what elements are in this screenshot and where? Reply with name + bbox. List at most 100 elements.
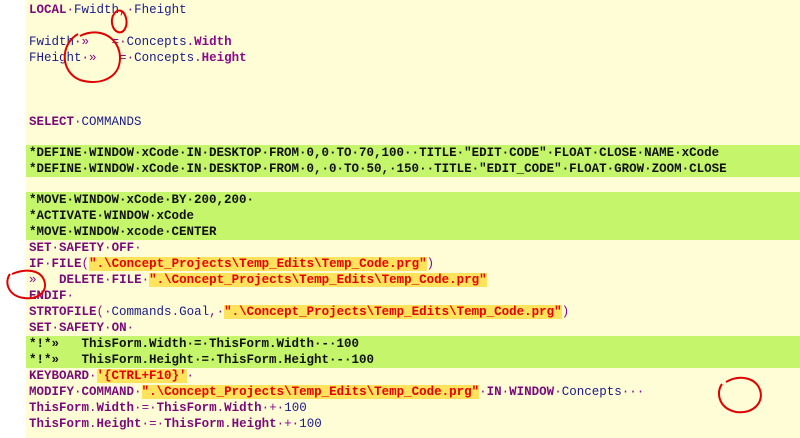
- code-token: Concepts: [561, 385, 622, 399]
- code-token: .: [89, 401, 97, 415]
- code-token: 100: [284, 401, 307, 415]
- code-token: Fwidth: [74, 3, 120, 17]
- code-token: ENDIF: [29, 289, 67, 303]
- code-token: =: [141, 401, 150, 415]
- code-token: ·: [104, 321, 112, 335]
- code-token: =: [119, 51, 127, 65]
- code-token: LOCAL: [29, 3, 67, 17]
- code-line[interactable]: KEYBOARD·'{CTRL+F10}'·: [26, 368, 194, 384]
- code-token: *MOVE·WINDOW·xCode·BY·200,200·: [29, 193, 255, 207]
- code-token: ·: [104, 241, 112, 255]
- code-token: ···: [621, 385, 645, 399]
- code-token: ): [426, 257, 435, 271]
- code-line[interactable]: FHeight·» =·Concepts.Height: [26, 50, 247, 66]
- code-token: ·»: [74, 35, 90, 49]
- code-token: FILE: [51, 257, 82, 271]
- code-token: MODIFY: [29, 385, 75, 399]
- code-token: FILE: [111, 273, 142, 287]
- code-token: ·: [119, 35, 127, 49]
- code-token: ·: [44, 257, 52, 271]
- code-line[interactable]: *!*» ThisForm.Height·=·ThisForm.Height·-…: [26, 352, 800, 368]
- code-line[interactable]: *DEFINE·WINDOW·xCode·IN·DESKTOP·FROM·0,0…: [26, 145, 800, 161]
- code-token: Width: [194, 35, 232, 49]
- code-token: ·: [126, 51, 135, 65]
- code-line[interactable]: MODIFY·COMMAND·".\Concept_Projects\Temp_…: [26, 384, 644, 400]
- code-token: ·: [186, 369, 195, 383]
- code-line[interactable]: *MOVE·WINDOW·xCode·BY·200,200·: [26, 192, 800, 208]
- code-token: KEYBOARD: [29, 369, 90, 383]
- code-token: ,: [209, 305, 217, 319]
- code-token: Height: [96, 417, 142, 431]
- code-token: Fheight: [134, 3, 187, 17]
- code-line[interactable]: SET·SAFETY·OFF·: [26, 240, 142, 256]
- code-line[interactable]: *MOVE·WINDOW·xcode·CENTER: [26, 224, 800, 240]
- code-line[interactable]: IF·FILE(".\Concept_Projects\Temp_Edits\T…: [26, 256, 434, 272]
- code-line[interactable]: *DEFINE·WINDOW·xCode·IN·DESKTOP·FROM·0,·…: [26, 161, 800, 177]
- code-token: *ACTIVATE·WINDOW·xCode: [29, 209, 195, 223]
- code-token: DELETE: [59, 273, 105, 287]
- code-token: (: [81, 257, 90, 271]
- code-token: ·: [126, 321, 135, 335]
- code-token: .: [224, 417, 232, 431]
- code-token: OFF: [111, 241, 135, 255]
- code-token: ·: [74, 385, 82, 399]
- code-token: Concepts: [134, 51, 195, 65]
- code-token: »: [29, 273, 37, 287]
- code-line[interactable]: ThisForm.Width·=·ThisForm.Width·+·100: [26, 400, 307, 416]
- code-token: Width: [224, 401, 262, 415]
- code-line[interactable]: *ACTIVATE·WINDOW·xCode: [26, 208, 800, 224]
- code-token: ".\Concept_Projects\Temp_Edits\Temp_Code…: [141, 385, 480, 399]
- code-token: 100: [299, 417, 322, 431]
- code-token: COMMAND: [81, 385, 135, 399]
- code-line[interactable]: ENDIF·: [26, 288, 74, 304]
- code-token: ·: [134, 385, 142, 399]
- code-token: ,: [119, 3, 127, 17]
- code-token: ".\Concept_Projects\Temp_Edits\Temp_Code…: [149, 273, 487, 287]
- code-token: ·: [66, 3, 75, 17]
- editor-gutter: [0, 0, 26, 438]
- code-token: ·: [89, 369, 97, 383]
- code-token: Height: [231, 417, 277, 431]
- code-line[interactable]: *!*» ThisForm.Width·=·ThisForm.Width·-·1…: [26, 336, 800, 352]
- code-line[interactable]: STRTOFILE(·Commands.Goal,·".\Concept_Pro…: [26, 304, 569, 320]
- code-line[interactable]: ThisForm.Height·=·ThisForm.Height·+·100: [26, 416, 322, 432]
- code-token: ·: [141, 273, 150, 287]
- code-line[interactable]: LOCAL·Fwidth,·Fheight: [26, 2, 187, 18]
- code-token: SET: [29, 241, 52, 255]
- code-token: ON: [111, 321, 127, 335]
- code-token: ): [561, 305, 570, 319]
- code-token: ·: [104, 273, 112, 287]
- code-token: FHeight: [29, 51, 82, 65]
- code-token: ·»: [81, 51, 97, 65]
- code-token: ThisForm: [156, 401, 217, 415]
- code-editor[interactable]: LOCAL·Fwidth,·Fheight Fwidth·» =·Concepts…: [0, 0, 800, 438]
- code-token: *DEFINE·WINDOW·xCode·IN·DESKTOP·FROM·0,0…: [29, 146, 720, 160]
- code-token: '{CTRL+F10}': [96, 369, 187, 383]
- code-line[interactable]: SET·SAFETY·ON·: [26, 320, 134, 336]
- code-token: ·: [74, 115, 82, 129]
- code-token: COMMANDS: [81, 115, 142, 129]
- code-token: Concepts: [126, 35, 187, 49]
- code-token: .: [171, 305, 180, 319]
- code-line[interactable]: Fwidth·» =·Concepts.Width: [26, 34, 232, 50]
- code-token: Width: [96, 401, 135, 415]
- code-token: SAFETY: [59, 321, 105, 335]
- code-token: .: [194, 51, 202, 65]
- code-token: ·: [104, 305, 112, 319]
- code-token: WINDOW: [509, 385, 555, 399]
- code-token: *DEFINE·WINDOW·xCode·IN·DESKTOP·FROM·0,·…: [29, 162, 727, 176]
- code-line[interactable]: » DELETE·FILE·".\Concept_Projects\Temp_E…: [26, 272, 487, 288]
- code-token: ThisForm: [29, 401, 90, 415]
- code-token: *MOVE·WINDOW·xcode·CENTER: [29, 225, 217, 239]
- code-line[interactable]: SELECT·COMMANDS: [26, 114, 142, 130]
- code-token: *!*» ThisForm.Width·=·ThisForm.Width·-·1…: [29, 337, 360, 351]
- code-token: .: [186, 35, 195, 49]
- code-token: Fwidth: [29, 35, 75, 49]
- code-token: *!*» ThisForm.Height·=·ThisForm.Height·-…: [29, 353, 375, 367]
- code-token: Commands: [111, 305, 172, 319]
- code-token: ".\Concept_Projects\Temp_Edits\Temp_Code…: [89, 257, 427, 271]
- code-token: ·: [66, 289, 75, 303]
